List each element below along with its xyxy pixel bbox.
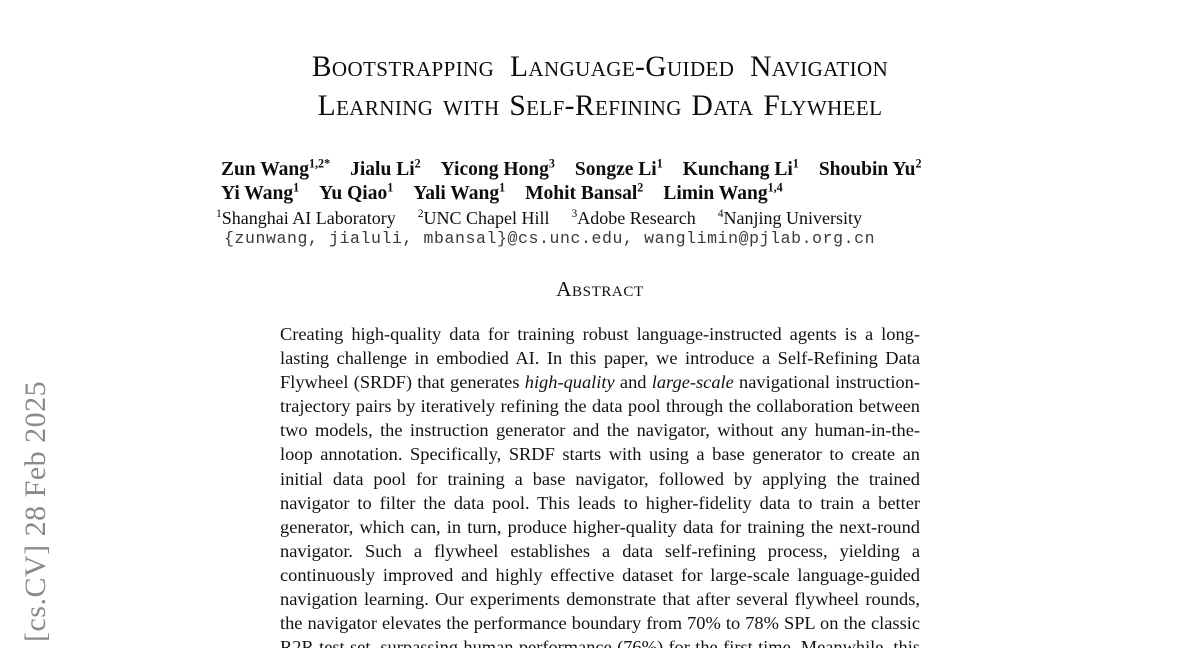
author-name: Yali Wang bbox=[413, 182, 500, 204]
abstract-text-part-3: navigational instruction-trajectory pair… bbox=[280, 372, 920, 648]
author-affiliation-marker: 1,2* bbox=[309, 156, 331, 171]
author-entry: Kunchang Li1 bbox=[682, 156, 799, 180]
author-entry: Jialu Li2 bbox=[350, 156, 421, 180]
author-affiliation-marker: 2 bbox=[915, 156, 922, 171]
author-entry: Mohit Bansal2 bbox=[525, 180, 644, 204]
author-entry: Yicong Hong3 bbox=[440, 156, 555, 180]
author-affiliation-marker: 3 bbox=[548, 156, 555, 171]
author-name: Yi Wang bbox=[221, 182, 294, 204]
contact-emails: {zunwang, jialuli, mbansal}@cs.unc.edu, … bbox=[224, 229, 876, 248]
paper-page: Bootstrapping Language-Guided Navigation… bbox=[0, 0, 1200, 648]
author-name: Yicong Hong bbox=[440, 159, 549, 180]
affiliation-entry: 4Nanjing University bbox=[718, 208, 862, 228]
author-name: Limin Wang bbox=[663, 182, 768, 204]
author-entry: Limin Wang1,4 bbox=[663, 180, 783, 204]
author-list: Zun Wang1,2* Jialu Li2 Yicong Hong3 Songze … bbox=[221, 156, 981, 206]
author-entry: Yali Wang1 bbox=[413, 180, 506, 204]
author-entry: Zun Wang1,2* bbox=[221, 156, 331, 180]
author-name: Songze Li bbox=[574, 159, 657, 180]
title-line-2: Learning with Self-Refining Data Flywhee… bbox=[317, 90, 883, 122]
author-affiliation-marker: 1 bbox=[656, 156, 663, 171]
author-name: Kunchang Li bbox=[682, 159, 793, 180]
affiliation-name: Adobe Research bbox=[577, 208, 696, 228]
abstract-emphasis-1: high-quality bbox=[524, 372, 615, 393]
author-affiliation-marker: 1 bbox=[293, 180, 300, 194]
author-name: Shoubin Yu bbox=[818, 159, 916, 180]
author-entry: Yu Qiao1 bbox=[319, 180, 394, 204]
author-name: Yu Qiao bbox=[319, 182, 388, 204]
affiliation-name: UNC Chapel Hill bbox=[423, 208, 550, 228]
author-row-1: Zun Wang1,2* Jialu Li2 Yicong Hong3 Songze … bbox=[221, 156, 981, 182]
author-affiliation-marker: 1 bbox=[387, 180, 394, 194]
author-row-2: Yi Wang1 Yu Qiao1 Yali Wang1 Mohit Bansal2 L… bbox=[221, 180, 981, 206]
abstract-emphasis-2: large-scale bbox=[651, 372, 734, 393]
page-title: Bootstrapping Language-Guided Navigation… bbox=[207, 48, 993, 126]
title-line-1: Bootstrapping Language-Guided Navigation bbox=[311, 51, 889, 83]
author-affiliation-marker: 1,4 bbox=[767, 180, 783, 194]
author-name: Jialu Li bbox=[350, 159, 415, 180]
affiliation-name: Nanjing University bbox=[723, 208, 862, 228]
abstract-body: Creating high-quality data for training … bbox=[280, 322, 920, 648]
affiliation-entry: 1Shanghai AI Laboratory bbox=[216, 208, 396, 228]
author-name: Zun Wang bbox=[221, 159, 309, 180]
abstract-text-part-2: and bbox=[614, 372, 652, 393]
author-affiliation-marker: 1 bbox=[792, 156, 799, 171]
affiliation-name: Shanghai AI Laboratory bbox=[221, 208, 396, 228]
author-affiliation-marker: 1 bbox=[499, 180, 506, 194]
author-name: Mohit Bansal bbox=[525, 182, 638, 204]
author-affiliation-marker: 2 bbox=[637, 180, 644, 194]
author-entry: Yi Wang1 bbox=[221, 180, 300, 204]
affiliation-entry: 2UNC Chapel Hill bbox=[418, 208, 550, 228]
author-affiliation-marker: 2 bbox=[414, 156, 421, 171]
abstract-heading: Abstract bbox=[556, 277, 644, 301]
affiliation-entry: 3Adobe Research bbox=[571, 208, 695, 228]
author-entry: Songze Li1 bbox=[574, 156, 663, 180]
author-entry: Shoubin Yu2 bbox=[818, 156, 922, 180]
affiliation-list: 1Shanghai AI Laboratory 2UNC Chapel Hill 3… bbox=[216, 207, 986, 229]
